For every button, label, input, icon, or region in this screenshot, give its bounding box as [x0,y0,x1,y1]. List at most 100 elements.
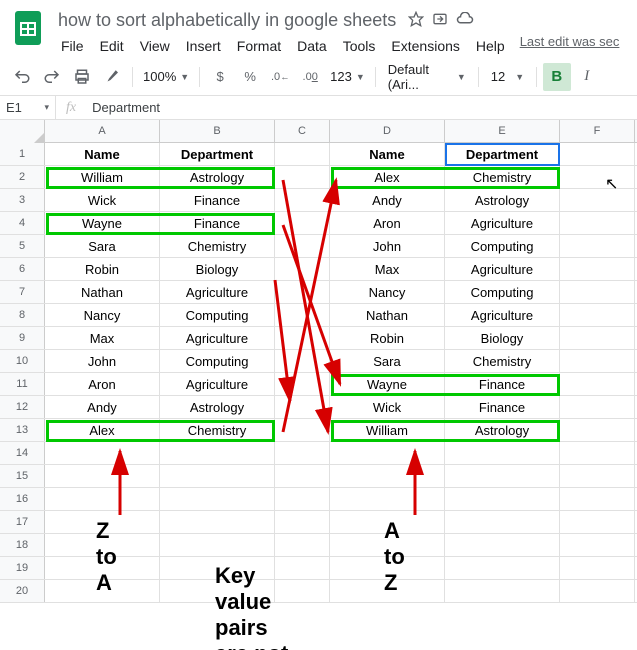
cell[interactable]: Agriculture [160,281,275,303]
cell[interactable] [330,442,445,464]
row-header[interactable]: 13 [0,419,45,441]
row-header[interactable]: 15 [0,465,45,487]
cell[interactable]: Sara [330,350,445,372]
row-header[interactable]: 14 [0,442,45,464]
cell[interactable] [445,557,560,579]
cell[interactable]: Alex [330,166,445,188]
move-icon[interactable] [432,11,448,30]
cell[interactable]: Biology [445,327,560,349]
cell[interactable]: Aron [45,373,160,395]
cell[interactable] [560,350,635,372]
cell[interactable] [275,580,330,602]
row-header[interactable]: 6 [0,258,45,280]
cell[interactable]: Wick [45,189,160,211]
cell[interactable]: Nancy [45,304,160,326]
cell[interactable] [560,258,635,280]
row-header[interactable]: 1 [0,143,45,165]
cell[interactable] [275,143,330,165]
row-header[interactable]: 5 [0,235,45,257]
formula-input[interactable] [86,100,637,115]
cell[interactable] [560,143,635,165]
cell[interactable] [275,235,330,257]
cell[interactable] [560,189,635,211]
menu-tools[interactable]: Tools [336,34,383,58]
cell[interactable]: Astrology [160,166,275,188]
font-dropdown[interactable]: Default (Ari...▼ [382,62,472,92]
cell[interactable] [560,557,635,579]
cell[interactable]: William [330,419,445,441]
cell[interactable] [45,511,160,533]
cell[interactable] [275,534,330,556]
row-header[interactable]: 4 [0,212,45,234]
cell[interactable] [45,488,160,510]
cell[interactable]: Finance [445,396,560,418]
cell[interactable]: Agriculture [160,327,275,349]
star-icon[interactable] [408,11,424,30]
cell[interactable] [160,557,275,579]
cell[interactable] [560,396,635,418]
paint-format-button[interactable] [98,63,126,91]
cell[interactable]: Nancy [330,281,445,303]
cell[interactable] [275,304,330,326]
cell[interactable]: Agriculture [160,373,275,395]
cell[interactable]: Biology [160,258,275,280]
menu-edit[interactable]: Edit [93,34,131,58]
cell[interactable]: Chemistry [445,166,560,188]
row-header[interactable]: 8 [0,304,45,326]
cell[interactable] [560,212,635,234]
cell[interactable] [330,511,445,533]
cell[interactable]: Max [45,327,160,349]
cell[interactable] [560,373,635,395]
doc-title[interactable]: how to sort alphabetically in google she… [54,8,400,33]
cell[interactable]: Astrology [445,189,560,211]
col-header-B[interactable]: B [160,120,275,142]
cell[interactable]: Chemistry [160,235,275,257]
cell[interactable]: Robin [330,327,445,349]
menu-format[interactable]: Format [230,34,288,58]
sheet-grid[interactable]: A B C D E F 1NameDepartmentNameDepartmen… [0,120,637,650]
cell[interactable] [560,304,635,326]
row-header[interactable]: 3 [0,189,45,211]
row-header[interactable]: 20 [0,580,45,602]
row-header[interactable]: 16 [0,488,45,510]
menu-view[interactable]: View [133,34,177,58]
cell[interactable] [445,442,560,464]
cell[interactable] [330,534,445,556]
fontsize-dropdown[interactable]: 12▼ [485,69,530,84]
cell[interactable] [275,281,330,303]
col-header-C[interactable]: C [275,120,330,142]
format-currency-button[interactable]: $ [206,63,234,91]
cell[interactable] [45,557,160,579]
cell[interactable]: Andy [330,189,445,211]
cell[interactable] [160,465,275,487]
format-percent-button[interactable]: % [236,63,264,91]
zoom-dropdown[interactable]: 100%▼ [139,69,193,84]
increase-decimal-button[interactable]: .00 [296,63,324,91]
menu-insert[interactable]: Insert [179,34,228,58]
row-header[interactable]: 18 [0,534,45,556]
cell[interactable] [160,580,275,602]
cell[interactable]: Nathan [45,281,160,303]
cell[interactable]: Agriculture [445,258,560,280]
cell[interactable] [275,511,330,533]
cell[interactable] [560,580,635,602]
sheets-logo[interactable] [8,8,48,48]
cell[interactable] [160,534,275,556]
row-header[interactable]: 11 [0,373,45,395]
cell[interactable] [45,580,160,602]
cell[interactable]: Alex [45,419,160,441]
print-button[interactable] [68,63,96,91]
cell[interactable] [275,350,330,372]
cell[interactable] [275,396,330,418]
cell[interactable] [160,488,275,510]
col-header-A[interactable]: A [45,120,160,142]
row-header[interactable]: 10 [0,350,45,372]
cell[interactable] [275,557,330,579]
cell[interactable]: Computing [160,304,275,326]
col-header-D[interactable]: D [330,120,445,142]
cell[interactable]: Robin [45,258,160,280]
cell[interactable] [275,212,330,234]
cell[interactable] [560,511,635,533]
cell[interactable]: Name [45,143,160,165]
cell[interactable] [275,258,330,280]
